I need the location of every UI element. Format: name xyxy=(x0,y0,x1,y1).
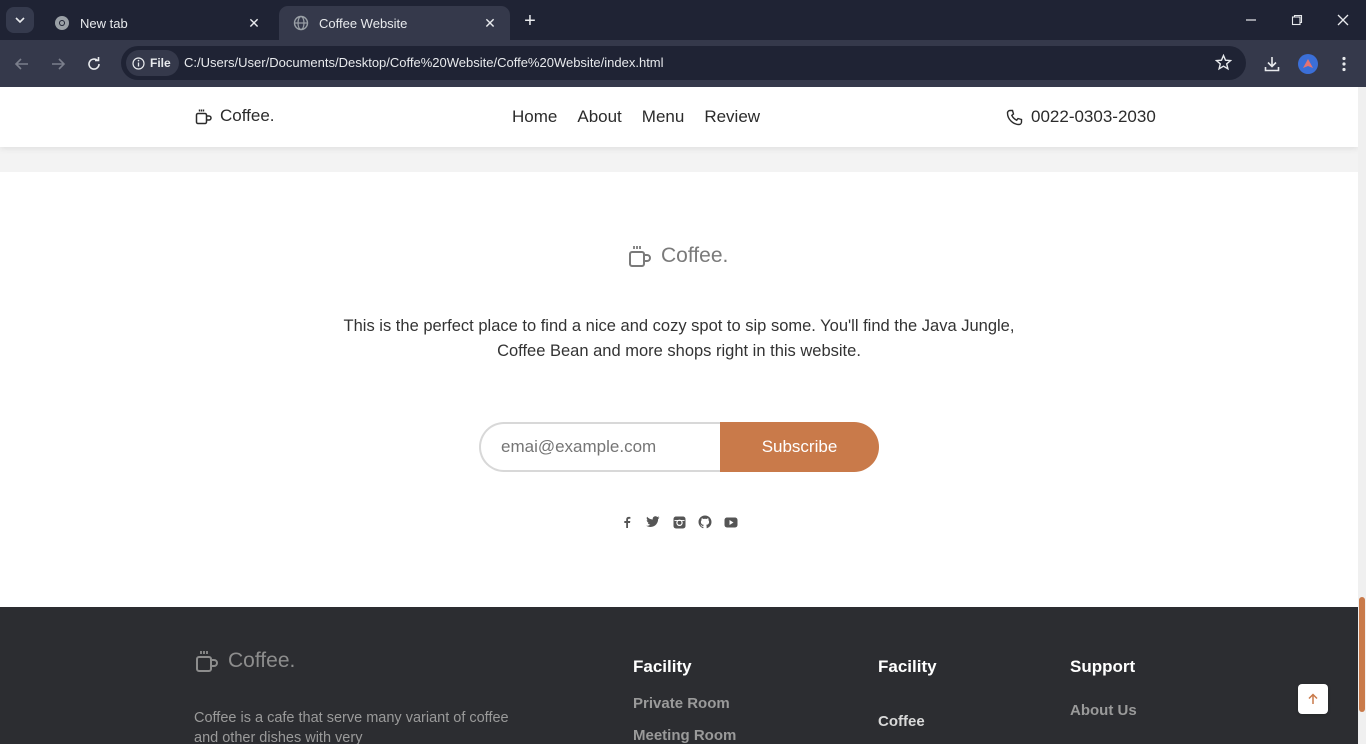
phone-icon xyxy=(1006,109,1023,125)
nav-link-menu[interactable]: Menu xyxy=(642,107,685,127)
footer-column-facility: Facility Private Room Meeting Room xyxy=(633,657,736,744)
forward-button[interactable] xyxy=(44,50,72,78)
subscribe-form: Subscribe xyxy=(479,422,879,472)
coffee-cup-icon xyxy=(195,109,212,124)
avatar xyxy=(1298,54,1318,74)
more-vertical-icon xyxy=(1342,56,1346,72)
tab-new-tab[interactable]: New tab ✕ xyxy=(40,6,274,40)
reload-button[interactable] xyxy=(80,50,108,78)
youtube-icon[interactable] xyxy=(724,515,738,529)
coffee-cup-icon xyxy=(196,651,218,672)
footer-column-heading: Facility xyxy=(878,657,937,676)
arrow-right-icon xyxy=(52,58,66,70)
newsletter-logo: Coffee. xyxy=(628,244,728,268)
newsletter-brand-name: Coffee. xyxy=(661,244,729,267)
bookmark-star-icon[interactable] xyxy=(1214,53,1233,76)
site-info-chip[interactable]: File xyxy=(126,50,179,76)
subscribe-button[interactable]: Subscribe xyxy=(720,422,879,472)
url-text[interactable]: C:/Users/User/Documents/Desktop/Coffe%20… xyxy=(184,55,664,70)
footer-link-coffee[interactable]: Coffee xyxy=(878,713,937,730)
main-nav: Home About Menu Review xyxy=(512,107,760,127)
restore-button[interactable] xyxy=(1274,0,1320,40)
brand-name: Coffee. xyxy=(220,106,275,125)
email-input[interactable] xyxy=(479,422,729,472)
footer-link-meeting-room[interactable]: Meeting Room xyxy=(633,727,736,744)
footer-link-private-room[interactable]: Private Room xyxy=(633,695,736,712)
footer-column-support: Support About Us xyxy=(1070,657,1137,734)
tab-search-button[interactable] xyxy=(6,7,34,33)
downloads-button[interactable] xyxy=(1258,50,1286,78)
coffee-cup-icon xyxy=(629,246,651,267)
phone-contact[interactable]: 0022-0303-2030 xyxy=(1006,107,1156,127)
scrollbar-thumb[interactable] xyxy=(1359,597,1365,712)
arrow-up-icon xyxy=(1308,693,1318,704)
browser-toolbar: File C:/Users/User/Documents/Desktop/Cof… xyxy=(0,40,1366,87)
footer-brand-name: Coffee. xyxy=(228,649,296,672)
web-page: Coffee. Home About Menu Review 0022-0303… xyxy=(0,87,1366,744)
close-icon xyxy=(1337,14,1349,26)
address-bar[interactable]: File C:/Users/User/Documents/Desktop/Cof… xyxy=(121,46,1246,80)
close-window-button[interactable] xyxy=(1320,0,1366,40)
site-logo[interactable]: Coffee. xyxy=(195,106,275,126)
instagram-icon[interactable] xyxy=(672,515,686,529)
chip-label: File xyxy=(150,56,171,70)
back-to-top-button[interactable] xyxy=(1298,684,1328,714)
tab-title: New tab xyxy=(80,15,128,31)
footer-link-about-us[interactable]: About Us xyxy=(1070,702,1137,719)
new-tab-button[interactable]: + xyxy=(518,9,542,33)
minimize-icon xyxy=(1246,19,1256,21)
github-icon[interactable] xyxy=(698,515,712,529)
reload-icon xyxy=(88,57,100,70)
newsletter-description: This is the perfect place to find a nice… xyxy=(343,317,1015,360)
footer-description: Coffee is a cafe that serve many variant… xyxy=(194,710,509,744)
restore-icon xyxy=(1291,14,1303,26)
facebook-icon[interactable] xyxy=(620,515,634,529)
close-tab-icon[interactable]: ✕ xyxy=(246,15,262,31)
nav-link-home[interactable]: Home xyxy=(512,107,557,127)
footer-column-heading: Facility xyxy=(633,657,692,676)
chevron-down-icon xyxy=(15,17,25,24)
tab-title: Coffee Website xyxy=(319,15,408,31)
twitter-icon[interactable] xyxy=(646,515,660,529)
phone-number: 0022-0303-2030 xyxy=(1031,107,1156,126)
download-icon xyxy=(1264,57,1280,72)
info-icon xyxy=(132,56,145,70)
tab-coffee-website[interactable]: Coffee Website ✕ xyxy=(279,6,510,40)
browser-menu-button[interactable] xyxy=(1330,50,1358,78)
chrome-icon xyxy=(54,15,70,31)
back-button[interactable] xyxy=(8,50,36,78)
globe-icon xyxy=(293,15,309,31)
arrow-left-icon xyxy=(14,58,28,70)
nav-link-review[interactable]: Review xyxy=(704,107,760,127)
footer-column-facility-2: Facility Coffee xyxy=(878,657,937,744)
footer-column-heading: Support xyxy=(1070,657,1136,676)
nav-link-about[interactable]: About xyxy=(577,107,621,127)
page-scrollbar[interactable] xyxy=(1358,87,1366,744)
close-tab-icon[interactable]: ✕ xyxy=(482,15,498,31)
social-links xyxy=(620,515,738,529)
newsletter-section: Coffee. This is the perfect place to fin… xyxy=(0,172,1358,607)
minimize-button[interactable] xyxy=(1228,0,1274,40)
site-navbar: Coffee. Home About Menu Review 0022-0303… xyxy=(0,87,1358,147)
browser-tab-bar: New tab ✕ Coffee Website ✕ + xyxy=(0,0,1366,40)
site-footer: Coffee. Coffee is a cafe that serve many… xyxy=(0,607,1358,744)
profile-button[interactable] xyxy=(1294,50,1322,78)
footer-logo[interactable]: Coffee. xyxy=(195,649,295,673)
